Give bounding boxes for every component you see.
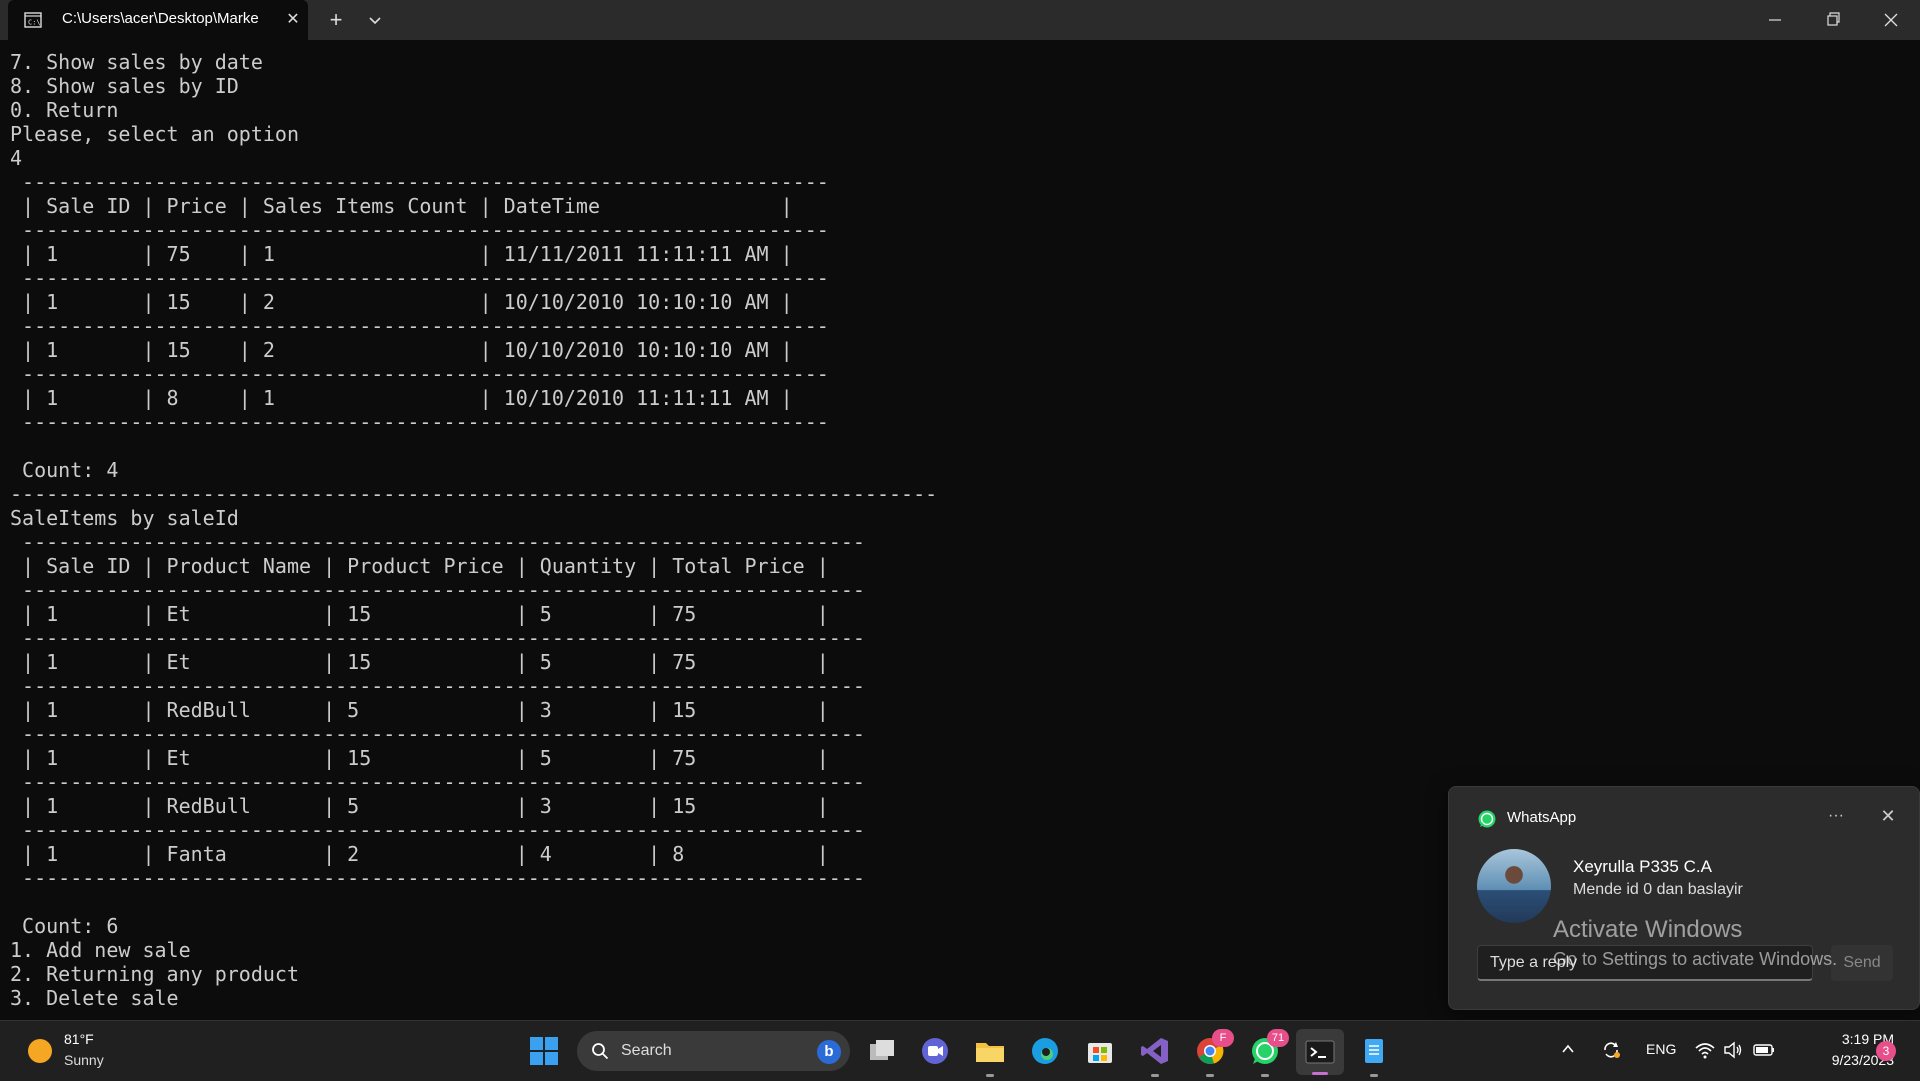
chat-icon[interactable]	[919, 1035, 951, 1067]
microsoft-store-icon[interactable]	[1084, 1035, 1116, 1067]
search-icon	[592, 1043, 609, 1060]
battery-icon[interactable]	[1752, 1039, 1776, 1061]
activation-watermark-title: Activate Windows	[1553, 916, 1743, 943]
chrome-badge: F	[1212, 1029, 1234, 1047]
wifi-icon[interactable]	[1694, 1039, 1716, 1061]
whatsapp-notification[interactable]: WhatsApp ··· ✕ Xeyrulla P335 C.A Mende i…	[1448, 786, 1920, 1010]
taskbar-search[interactable]: Search b	[577, 1031, 850, 1071]
activation-watermark-subtitle: Go to Settings to activate Windows.	[1553, 949, 1838, 969]
terminal-icon[interactable]	[1296, 1029, 1344, 1075]
whatsapp-badge: 71	[1267, 1029, 1289, 1047]
console-output[interactable]: 7. Show sales by date 8. Show sales by I…	[10, 50, 937, 1010]
visual-studio-icon[interactable]	[1139, 1035, 1171, 1077]
running-indicator	[1151, 1074, 1159, 1077]
notification-message: Mende id 0 dan baslayir	[1573, 881, 1743, 898]
notification-app-name: WhatsApp	[1507, 809, 1577, 826]
notification-count-badge[interactable]: 3	[1876, 1041, 1896, 1061]
notification-sender: Xeyrulla P335 C.A	[1573, 857, 1712, 876]
send-button[interactable]: Send	[1831, 945, 1893, 981]
avatar	[1477, 849, 1551, 923]
start-button[interactable]	[528, 1035, 560, 1067]
language-indicator[interactable]: ENG	[1646, 1041, 1676, 1057]
search-label: Search	[621, 1042, 672, 1059]
weather-condition[interactable]: Sunny	[64, 1052, 104, 1068]
volume-icon[interactable]	[1722, 1039, 1744, 1061]
running-indicator	[986, 1074, 994, 1077]
notepad-icon[interactable]	[1358, 1035, 1390, 1077]
running-indicator	[1206, 1074, 1214, 1077]
tab-close-button[interactable]: ✕	[283, 10, 303, 30]
title-bar: C:\ C:\Users\acer\Desktop\Marke ✕ +	[0, 0, 1920, 40]
console-icon: C:\	[24, 12, 42, 28]
taskbar: 81°F Sunny Search b F 71 ENG 3:19 PM 9/2…	[0, 1020, 1920, 1081]
terminal-tab[interactable]: C:\ C:\Users\acer\Desktop\Marke ✕	[8, 0, 308, 40]
task-view-icon[interactable]	[866, 1035, 898, 1067]
sun-icon[interactable]	[28, 1039, 52, 1063]
whatsapp-icon	[1478, 810, 1496, 828]
edge-icon[interactable]	[1029, 1035, 1061, 1067]
new-tab-button[interactable]: +	[322, 8, 350, 32]
sync-icon[interactable]	[1600, 1039, 1622, 1061]
bing-icon[interactable]: b	[817, 1040, 841, 1064]
file-explorer-icon[interactable]	[974, 1035, 1006, 1077]
svg-text:C:\: C:\	[28, 19, 41, 27]
more-options-button[interactable]: ···	[1821, 803, 1851, 829]
minimize-button[interactable]	[1746, 0, 1804, 40]
running-indicator	[1261, 1074, 1269, 1077]
active-indicator	[1312, 1072, 1328, 1075]
show-hidden-icons-icon[interactable]	[1560, 1041, 1576, 1057]
chevron-down-icon[interactable]	[363, 8, 387, 32]
whatsapp-taskbar-icon[interactable]: 71	[1249, 1029, 1289, 1077]
notification-close-button[interactable]: ✕	[1873, 803, 1903, 829]
running-indicator	[1370, 1074, 1378, 1077]
close-window-button[interactable]	[1862, 0, 1920, 40]
tab-title: C:\Users\acer\Desktop\Marke	[62, 10, 259, 27]
weather-temperature[interactable]: 81°F	[64, 1031, 94, 1047]
chrome-icon[interactable]: F	[1194, 1029, 1234, 1077]
restore-button[interactable]	[1804, 0, 1862, 40]
